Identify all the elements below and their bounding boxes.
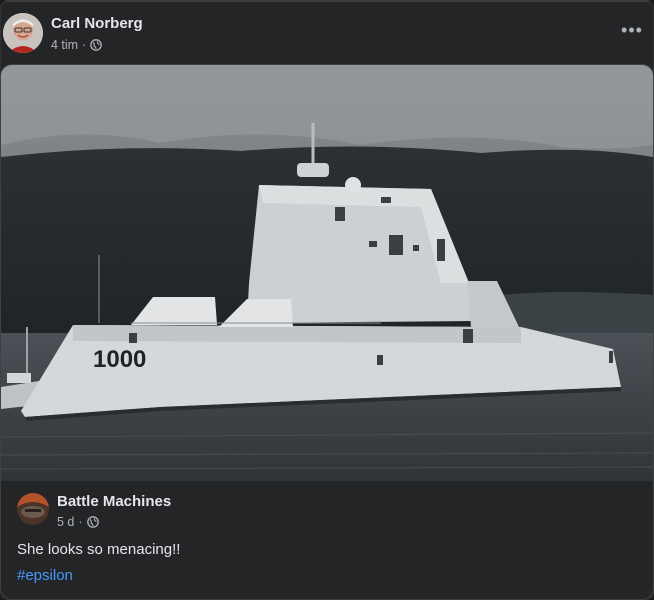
post-time[interactable]: 4 tim xyxy=(51,38,78,52)
shared-post-meta: 5 d · xyxy=(57,515,99,529)
hull-number: 1000 xyxy=(93,346,146,373)
post-header: Carl Norberg 4 tim · ••• xyxy=(0,10,654,56)
post-photo[interactable]: 1000 xyxy=(1,65,653,481)
hashtag-link[interactable]: #epsilon xyxy=(17,567,73,584)
globe-icon xyxy=(86,516,99,528)
author-avatar[interactable] xyxy=(3,13,43,53)
page-avatar[interactable] xyxy=(17,493,49,525)
more-options-icon[interactable]: ••• xyxy=(621,20,642,40)
shared-post[interactable]: 1000 Battle Machines 5 d · She looks so … xyxy=(0,64,654,600)
meta-separator: · xyxy=(78,515,83,529)
shared-post-body: Battle Machines 5 d · She looks so menac… xyxy=(1,481,653,599)
post-card: Carl Norberg 4 tim · ••• 1000 Battle Mac… xyxy=(0,0,654,600)
divider xyxy=(0,0,654,2)
meta-separator: · xyxy=(82,38,87,52)
shared-post-time[interactable]: 5 d xyxy=(57,515,74,529)
page-name[interactable]: Battle Machines xyxy=(57,493,171,510)
shared-post-text: She looks so menacing!! xyxy=(17,541,181,558)
post-meta: 4 tim · xyxy=(51,38,103,52)
globe-icon xyxy=(90,39,103,51)
author-name[interactable]: Carl Norberg xyxy=(51,15,143,32)
